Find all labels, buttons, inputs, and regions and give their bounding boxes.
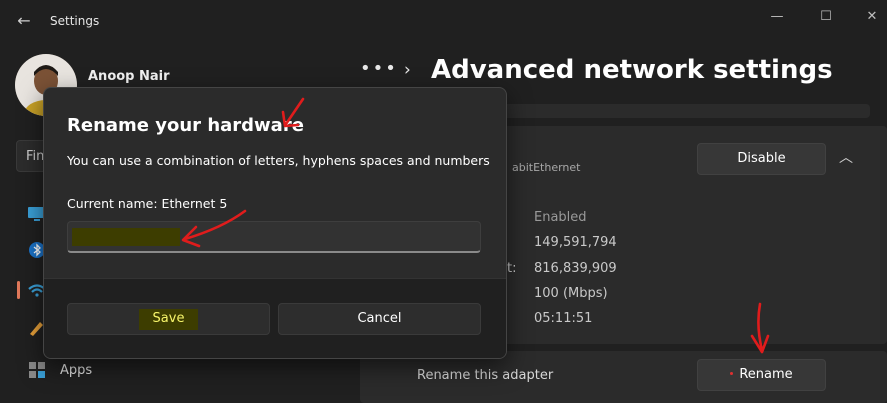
rename-button-label: Rename — [739, 367, 793, 382]
maximize-icon[interactable]: ☐ — [811, 6, 841, 28]
rename-button[interactable]: Rename — [697, 359, 826, 391]
property-bytes-sent-value: 149,591,794 — [534, 235, 617, 250]
breadcrumb-overflow[interactable]: ••• — [360, 58, 398, 79]
input-highlight — [72, 228, 180, 246]
adapter-description: abitEthernet — [512, 161, 581, 174]
dialog-description: You can use a combination of letters, hy… — [67, 153, 490, 168]
apps-icon[interactable] — [26, 359, 48, 381]
user-name: Anoop Nair — [88, 69, 170, 84]
close-icon[interactable]: ✕ — [857, 6, 887, 28]
nav-selected-indicator — [17, 281, 20, 299]
rename-dialog: Rename your hardware You can use a combi… — [43, 87, 507, 359]
property-speed-value: 100 (Mbps) — [534, 286, 608, 301]
cancel-button[interactable]: Cancel — [278, 303, 481, 335]
dialog-footer: Save Cancel — [44, 278, 506, 358]
property-label-fragment: t: — [507, 261, 517, 276]
chevron-up-icon[interactable]: ︿ — [836, 146, 856, 170]
save-button-label: Save — [138, 309, 199, 330]
breadcrumb-separator: › — [404, 60, 411, 80]
dialog-title: Rename your hardware — [67, 115, 304, 136]
new-name-input[interactable] — [67, 221, 481, 253]
app-title: Settings — [50, 14, 100, 28]
back-arrow-icon[interactable]: ← — [12, 10, 36, 32]
property-duration-value: 05:11:51 — [534, 311, 593, 326]
property-bytes-received-value: 816,839,909 — [534, 261, 617, 276]
disable-button[interactable]: Disable — [697, 143, 826, 175]
red-dot-icon — [730, 371, 734, 375]
rename-adapter-label: Rename this adapter — [417, 368, 554, 383]
save-button[interactable]: Save — [67, 303, 270, 335]
property-status-value: Enabled — [534, 210, 587, 225]
minimize-icon[interactable]: — — [762, 6, 792, 28]
page-title: Advanced network settings — [431, 55, 833, 85]
sidebar-item-apps[interactable]: Apps — [60, 363, 92, 378]
current-name-label: Current name: Ethernet 5 — [67, 196, 228, 211]
